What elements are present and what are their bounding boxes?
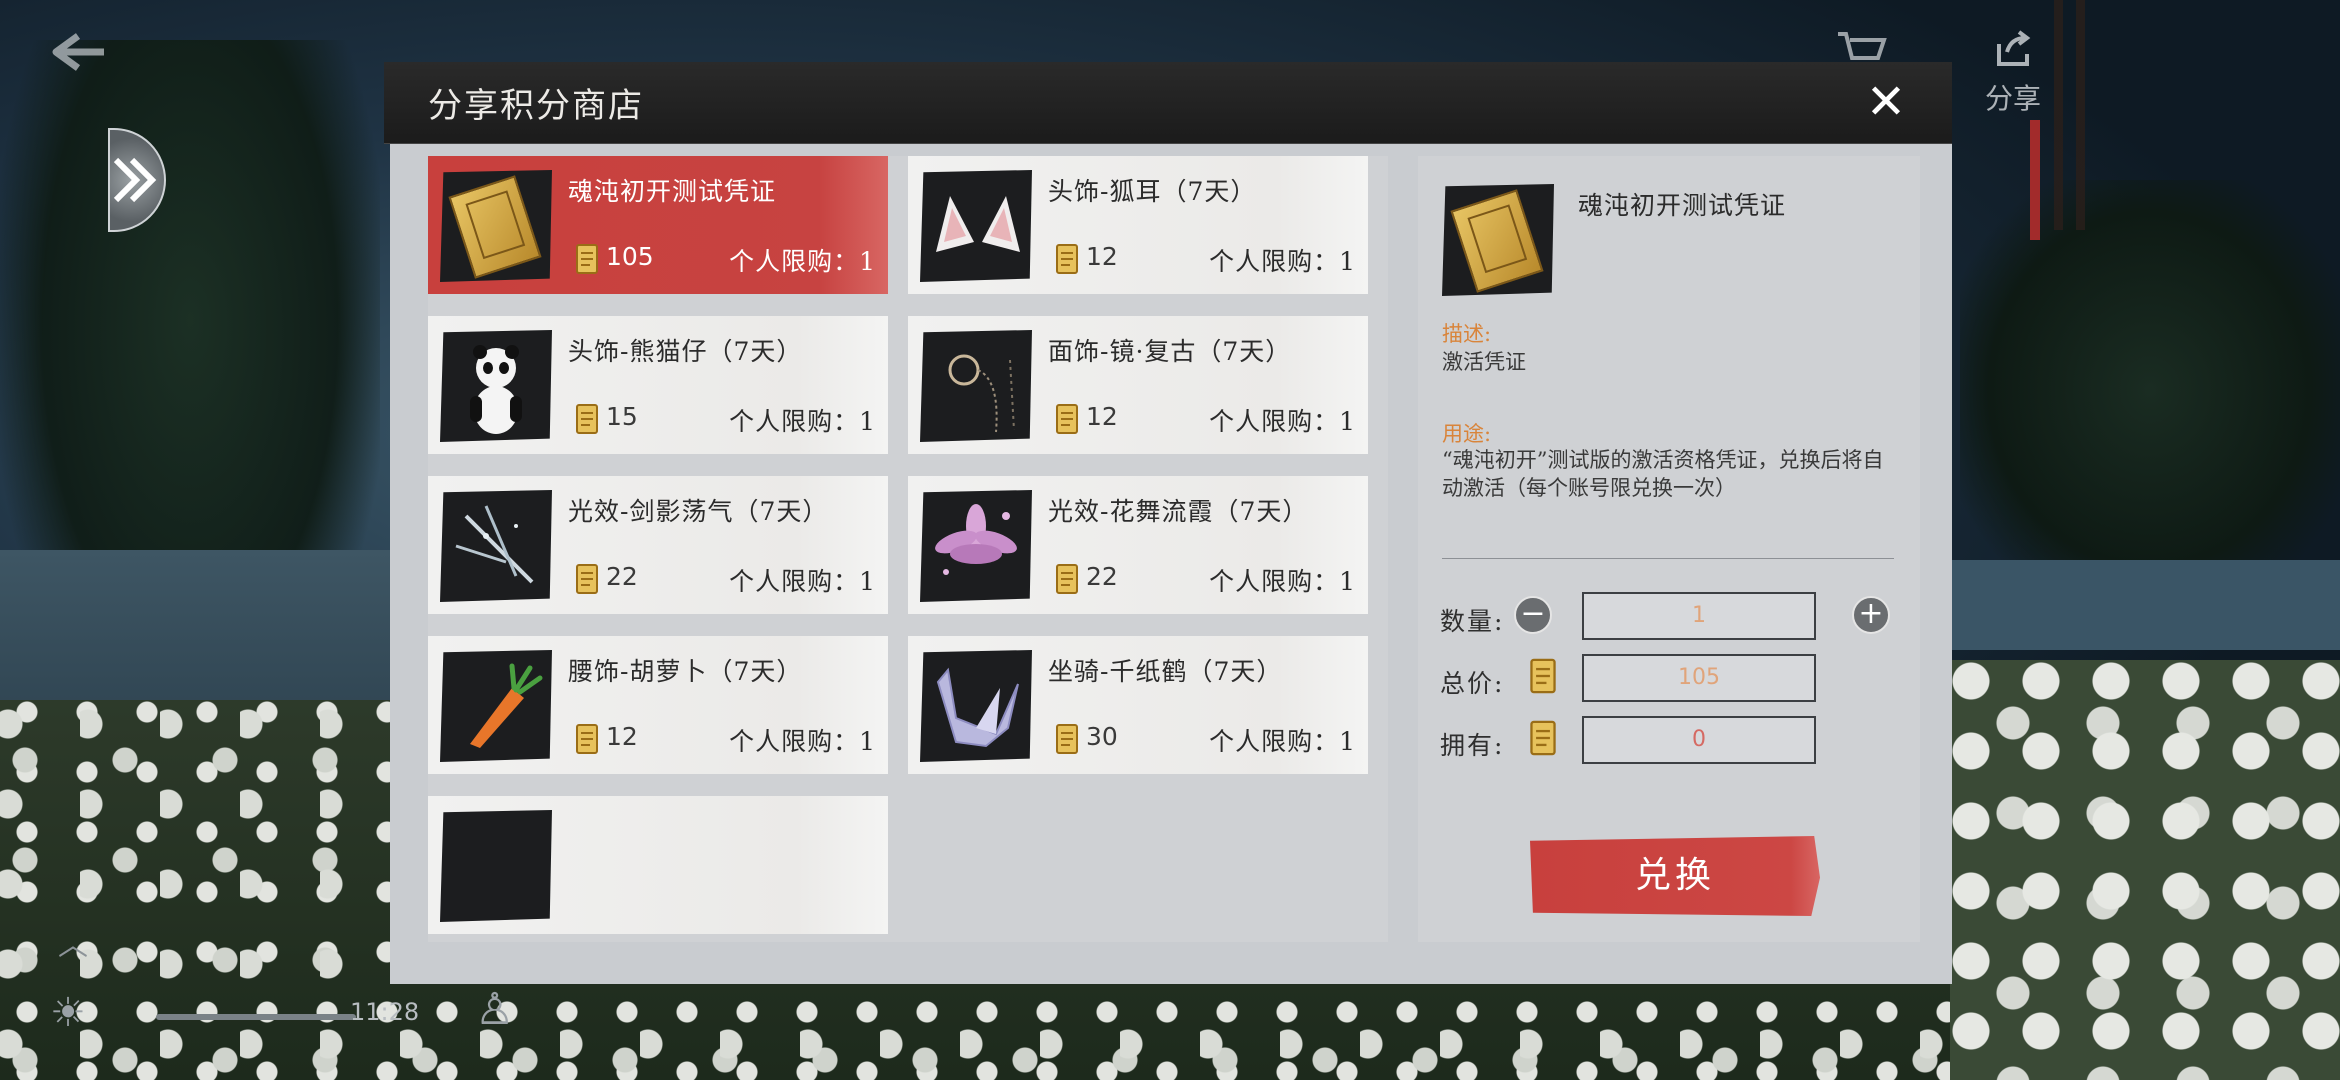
description-label: 描述: — [1442, 322, 1492, 346]
total-price-field: 105 — [1582, 654, 1816, 702]
item-list[interactable]: 魂沌初开测试凭证 105 个人限购：1 头饰-狐耳（7天） 12 个人限购：1 … — [428, 156, 1388, 942]
increase-quantity-button[interactable]: + — [1852, 596, 1890, 634]
weather-icon[interactable]: ☀ — [50, 990, 86, 1036]
list-item[interactable]: 魂沌初开测试凭证 105 个人限购：1 — [428, 156, 888, 294]
share-icon — [1978, 30, 2048, 77]
exchange-button[interactable]: 兑换 — [1530, 836, 1820, 916]
background-flowers-right — [1950, 660, 2340, 1080]
expand-panel-button[interactable] — [108, 128, 166, 232]
item-price: 22 — [606, 562, 638, 591]
character-icon[interactable]: ♙ — [475, 984, 514, 1035]
decrease-quantity-button[interactable]: − — [1514, 596, 1552, 634]
divider — [1442, 558, 1894, 559]
item-name: 魂沌初开测试凭证 — [568, 177, 777, 206]
list-item[interactable]: 光效-剑影荡气（7天） 22 个人限购：1 — [428, 476, 888, 614]
list-item[interactable] — [428, 796, 888, 934]
monocle-icon — [920, 330, 1032, 442]
time-slider[interactable] — [156, 1014, 356, 1020]
list-item[interactable]: 光效-花舞流霞（7天） 22 个人限购：1 — [908, 476, 1368, 614]
points-coin-icon — [1528, 718, 1558, 758]
description-text: 激活凭证 — [1442, 350, 1526, 374]
carrot-icon — [440, 650, 552, 762]
quantity-field[interactable]: 1 — [1582, 592, 1816, 640]
ticket-icon — [1442, 184, 1554, 296]
fox-ears-icon — [920, 170, 1032, 282]
item-name: 头饰-狐耳（7天） — [1048, 177, 1257, 206]
item-detail-panel: 魂沌初开测试凭证 描述: 激活凭证 用途: “魂沌初开”测试版的激活资格凭证，兑… — [1418, 156, 1920, 942]
dialog-header: 分享积分商店 ✕ — [384, 62, 1952, 144]
item-price: 105 — [606, 242, 654, 271]
usage-label: 用途: — [1442, 422, 1492, 446]
item-name: 光效-剑影荡气（7天） — [568, 497, 829, 526]
dialog-title: 分享积分商店 — [428, 86, 644, 126]
points-coin-icon — [574, 562, 600, 596]
list-item[interactable]: 腰饰-胡萝卜（7天） 12 个人限购：1 — [428, 636, 888, 774]
share-label: 分享 — [1984, 82, 2041, 115]
item-limit: 个人限购：1 — [1209, 567, 1356, 596]
list-item[interactable]: 头饰-狐耳（7天） 12 个人限购：1 — [908, 156, 1368, 294]
points-coin-icon — [574, 722, 600, 756]
panda-icon — [440, 330, 552, 442]
points-coin-icon — [1054, 562, 1080, 596]
close-button[interactable]: ✕ — [1860, 76, 1912, 128]
item-name: 坐骑-千纸鹤（7天） — [1048, 657, 1283, 686]
item-name: 面饰-镜·复古（7天） — [1048, 337, 1292, 366]
usage-text: “魂沌初开”测试版的激活资格凭证，兑换后将自动激活（每个账号限兑换一次） — [1442, 448, 1884, 500]
background-trees-right — [1960, 180, 2340, 600]
list-item[interactable]: 面饰-镜·复古（7天） 12 个人限购：1 — [908, 316, 1368, 454]
back-arrow-icon[interactable] — [48, 30, 108, 74]
item-price: 30 — [1086, 722, 1118, 751]
share-points-shop-dialog: 分享积分商店 ✕ 魂沌初开测试凭证 105 个人限购：1 头饰-狐耳（7天） 1… — [384, 62, 1952, 984]
item-price: 12 — [606, 722, 638, 751]
item-limit: 个人限购：1 — [1209, 727, 1356, 756]
points-coin-icon — [574, 242, 600, 276]
points-coin-icon — [574, 402, 600, 436]
item-limit: 个人限购：1 — [729, 727, 876, 756]
item-limit: 个人限购：1 — [729, 567, 876, 596]
owned-label: 拥有: — [1440, 731, 1505, 760]
item-limit: 个人限购：1 — [1209, 407, 1356, 436]
paper-crane-icon — [920, 650, 1032, 762]
game-time: 11:28 — [350, 998, 420, 1026]
share-button[interactable]: 分享 — [1978, 30, 2048, 115]
item-name: 光效-花舞流霞（7天） — [1048, 497, 1309, 526]
ticket-icon — [440, 170, 552, 282]
total-price-label: 总价: — [1440, 669, 1505, 698]
background-lake-right — [1950, 560, 2340, 650]
chevron-up-icon[interactable]: ︿ — [58, 920, 88, 964]
item-price: 12 — [1086, 242, 1118, 271]
quantity-label: 数量: — [1440, 607, 1505, 636]
points-coin-icon — [1054, 722, 1080, 756]
wind-chime-tassel — [2030, 120, 2040, 240]
bottom-status-bar: ☀ 11:28 ♙ — [40, 984, 560, 1044]
list-item[interactable]: 头饰-熊猫仔（7天） 15 个人限购：1 — [428, 316, 888, 454]
owned-points-field: 0 — [1582, 716, 1816, 764]
list-item[interactable]: 坐骑-千纸鹤（7天） 30 个人限购：1 — [908, 636, 1368, 774]
flower-effect-icon — [920, 490, 1032, 602]
detail-item-name: 魂沌初开测试凭证 — [1578, 191, 1787, 220]
item-price: 22 — [1086, 562, 1118, 591]
item-price: 15 — [606, 402, 638, 431]
points-coin-icon — [1054, 402, 1080, 436]
item-limit: 个人限购：1 — [1209, 247, 1356, 276]
item-name: 头饰-熊猫仔（7天） — [568, 337, 803, 366]
points-coin-icon — [1054, 242, 1080, 276]
item-thumbnail — [440, 810, 552, 922]
item-name: 腰饰-胡萝卜（7天） — [568, 657, 803, 686]
item-price: 12 — [1086, 402, 1118, 431]
sword-effect-icon — [440, 490, 552, 602]
points-coin-icon — [1528, 656, 1558, 696]
item-limit: 个人限购：1 — [729, 407, 876, 436]
item-limit: 个人限购：1 — [729, 247, 876, 276]
